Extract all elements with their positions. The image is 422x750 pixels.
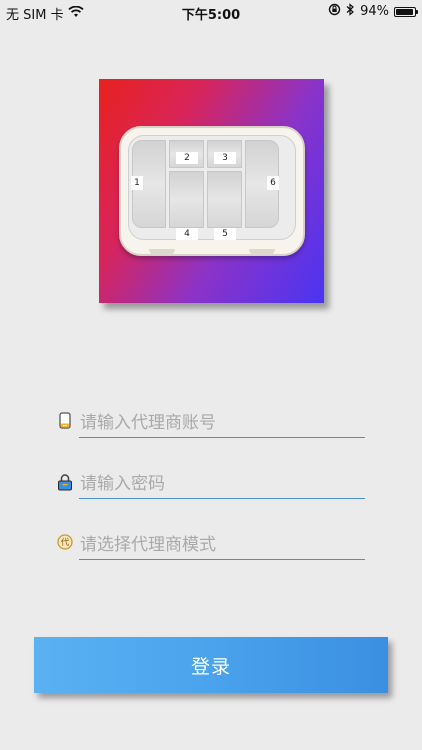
compartment-5 bbox=[207, 171, 242, 228]
storage-case-graphic: 1 2 3 4 5 6 bbox=[119, 126, 305, 256]
slot-label-3: 3 bbox=[214, 152, 236, 164]
account-underline bbox=[79, 437, 365, 438]
bluetooth-icon bbox=[346, 3, 355, 20]
rotation-lock-icon bbox=[328, 3, 341, 20]
lock-icon bbox=[57, 473, 73, 491]
battery-percent: 94% bbox=[360, 4, 389, 19]
login-button[interactable]: 登录 bbox=[34, 637, 388, 693]
battery-icon bbox=[394, 6, 418, 17]
storage-case-tray: 1 2 3 4 5 6 bbox=[128, 135, 296, 240]
phone-icon bbox=[57, 412, 73, 429]
svg-text:代: 代 bbox=[61, 537, 70, 548]
agent-mode-underline bbox=[79, 559, 365, 560]
case-foot-left bbox=[149, 249, 175, 255]
password-input[interactable]: 请输入密码 bbox=[80, 469, 165, 494]
password-field[interactable]: 请输入密码 bbox=[57, 465, 365, 499]
status-bar: 无 SIM 卡 下午5:00 94% bbox=[0, 0, 422, 23]
battery-cap bbox=[416, 9, 418, 14]
agent-mode-select[interactable]: 请选择代理商模式 bbox=[80, 530, 216, 555]
agent-mode-field[interactable]: 代 请选择代理商模式 bbox=[57, 526, 365, 560]
case-foot-right bbox=[249, 249, 275, 255]
slot-label-6: 6 bbox=[267, 176, 279, 190]
compartment-4 bbox=[169, 171, 204, 228]
app-logo: 1 2 3 4 5 6 bbox=[99, 79, 324, 303]
slot-label-5: 5 bbox=[214, 228, 236, 240]
slot-label-1: 1 bbox=[131, 176, 143, 190]
slot-label-2: 2 bbox=[176, 152, 198, 164]
password-underline bbox=[79, 498, 365, 499]
account-field[interactable]: 请输入代理商账号 bbox=[57, 404, 365, 438]
account-input[interactable]: 请输入代理商账号 bbox=[80, 408, 216, 433]
status-right: 94% bbox=[328, 3, 418, 20]
slot-label-4: 4 bbox=[176, 228, 198, 240]
battery-level bbox=[396, 8, 413, 15]
agent-badge-icon: 代 bbox=[57, 534, 73, 550]
